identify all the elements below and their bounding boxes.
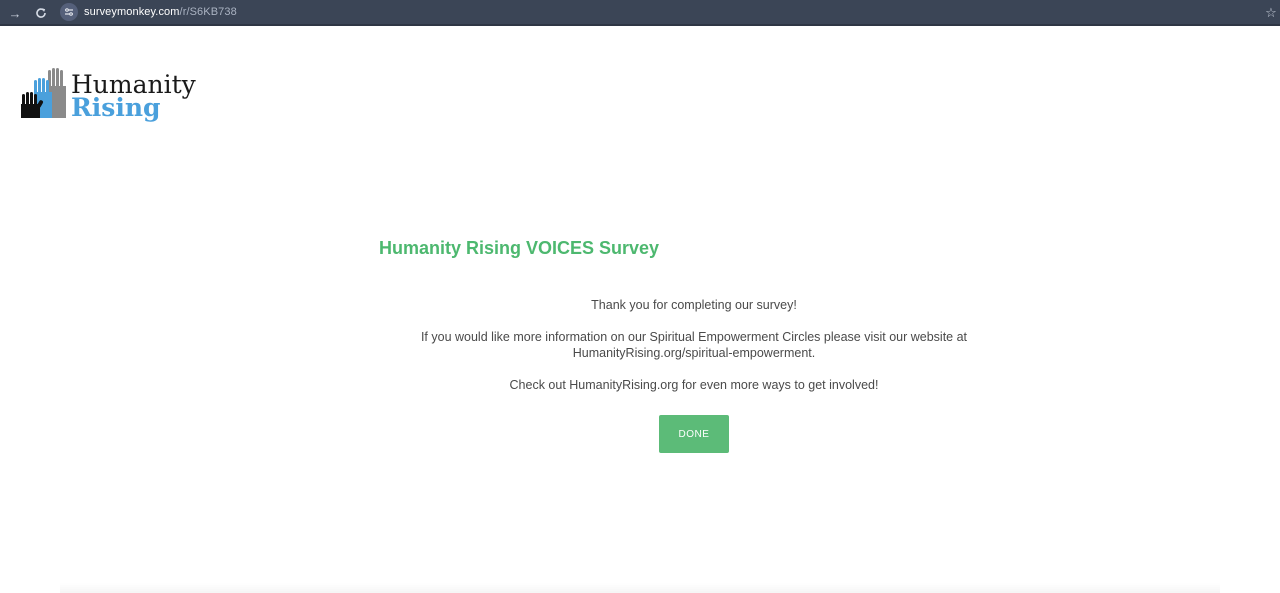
url-path: /r/S6KB738	[179, 6, 237, 18]
info-text-line2: HumanityRising.org/spiritual-empowerment…	[572, 346, 816, 360]
forward-icon[interactable]: →	[5, 3, 25, 23]
done-button[interactable]: DONE	[659, 415, 729, 453]
browser-toolbar: → surveymonkey.com/r/S6KB738 ☆	[0, 0, 1280, 26]
logo-word-rising: Rising	[71, 93, 161, 122]
humanity-rising-logo[interactable]: Humanity Rising	[20, 66, 200, 126]
thank-you-message: Thank you for completing our survey! If …	[380, 297, 1008, 409]
info-text-line1: If you would like more information on ou…	[420, 330, 968, 344]
info-paragraph: If you would like more information on ou…	[380, 329, 1008, 361]
url-text[interactable]: surveymonkey.com/r/S6KB738	[84, 6, 237, 18]
survey-title: Humanity Rising VOICES Survey	[379, 238, 660, 258]
reload-icon[interactable]	[31, 3, 51, 23]
check-out-text: Check out HumanityRising.org for even mo…	[509, 378, 879, 392]
site-info-icon[interactable]	[60, 3, 78, 21]
raised-hands-icon	[21, 68, 66, 118]
bookmark-star-icon[interactable]: ☆	[1264, 3, 1278, 23]
address-bar[interactable]: surveymonkey.com/r/S6KB738	[60, 2, 237, 22]
thank-you-text: Thank you for completing our survey!	[591, 298, 797, 312]
footer-divider	[60, 583, 1220, 593]
url-host: surveymonkey.com	[84, 6, 180, 18]
